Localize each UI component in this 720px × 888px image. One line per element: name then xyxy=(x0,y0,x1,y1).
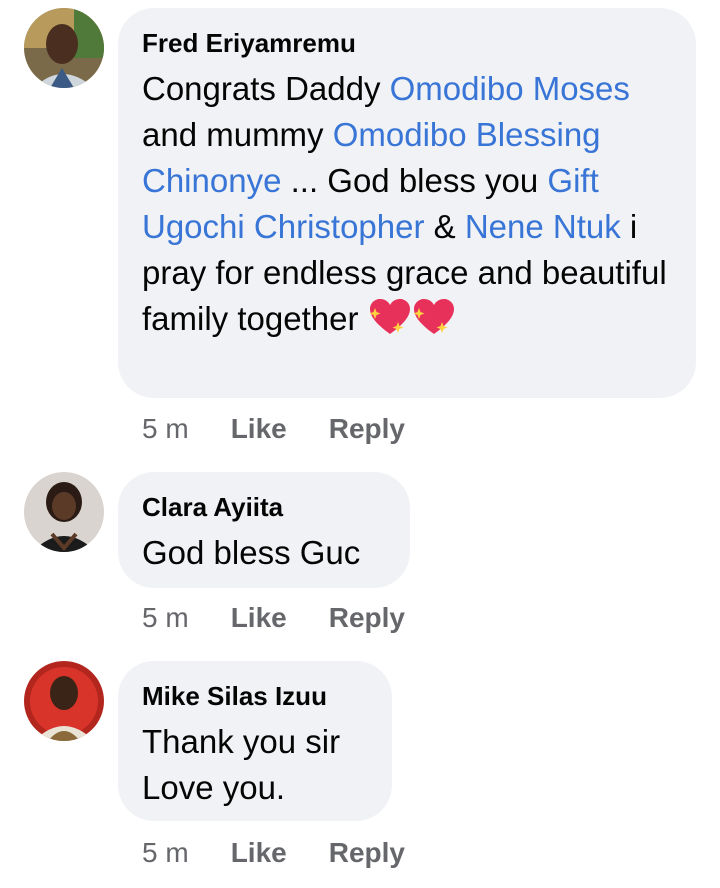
comment-actions: 5 m Like Reply xyxy=(142,412,405,446)
comment-text-line: Thank you sir xyxy=(142,723,341,760)
reply-button[interactable]: Reply xyxy=(329,836,405,870)
comment-actions: 5 m Like Reply xyxy=(142,601,405,635)
comment-bubble: Mike Silas Izuu Thank you sir Love you. xyxy=(118,661,392,821)
avatar[interactable] xyxy=(24,472,104,552)
comment-text-part: and mummy xyxy=(142,116,333,153)
mention-link[interactable]: Omodibo Moses xyxy=(390,70,630,107)
comment-text: Congrats Daddy Omodibo Moses and mummy O… xyxy=(142,66,672,342)
avatar[interactable] xyxy=(24,661,104,741)
comment-author[interactable]: Clara Ayiita xyxy=(142,492,386,522)
timestamp: 5 m xyxy=(142,413,189,444)
comment-bubble: Fred Eriyamremu Congrats Daddy Omodibo M… xyxy=(118,8,696,398)
like-button[interactable]: Like xyxy=(231,412,287,446)
comment-text-part: & xyxy=(424,208,465,245)
mention-link[interactable]: Nene Ntuk xyxy=(465,208,621,245)
comment-text: God bless Guc xyxy=(142,534,361,571)
comment-text-part: ... God bless you xyxy=(281,162,548,199)
timestamp: 5 m xyxy=(142,602,189,633)
comment-bubble: Clara Ayiita God bless Guc xyxy=(118,472,410,588)
comment-author[interactable]: Mike Silas Izuu xyxy=(142,681,368,711)
sparkling-heart-icon xyxy=(369,299,410,334)
sparkling-heart-icon xyxy=(413,299,454,334)
reply-button[interactable]: Reply xyxy=(329,412,405,446)
comment-text: Thank you sir Love you. xyxy=(142,719,368,811)
avatar[interactable] xyxy=(24,8,104,88)
comment-author[interactable]: Fred Eriyamremu xyxy=(142,28,672,58)
comment-text-line: Love you. xyxy=(142,769,286,806)
like-button[interactable]: Like xyxy=(231,836,287,870)
comment-text-part: Congrats Daddy xyxy=(142,70,390,107)
timestamp: 5 m xyxy=(142,837,189,868)
like-button[interactable]: Like xyxy=(231,601,287,635)
reply-button[interactable]: Reply xyxy=(329,601,405,635)
comment-actions: 5 m Like Reply xyxy=(142,836,405,870)
